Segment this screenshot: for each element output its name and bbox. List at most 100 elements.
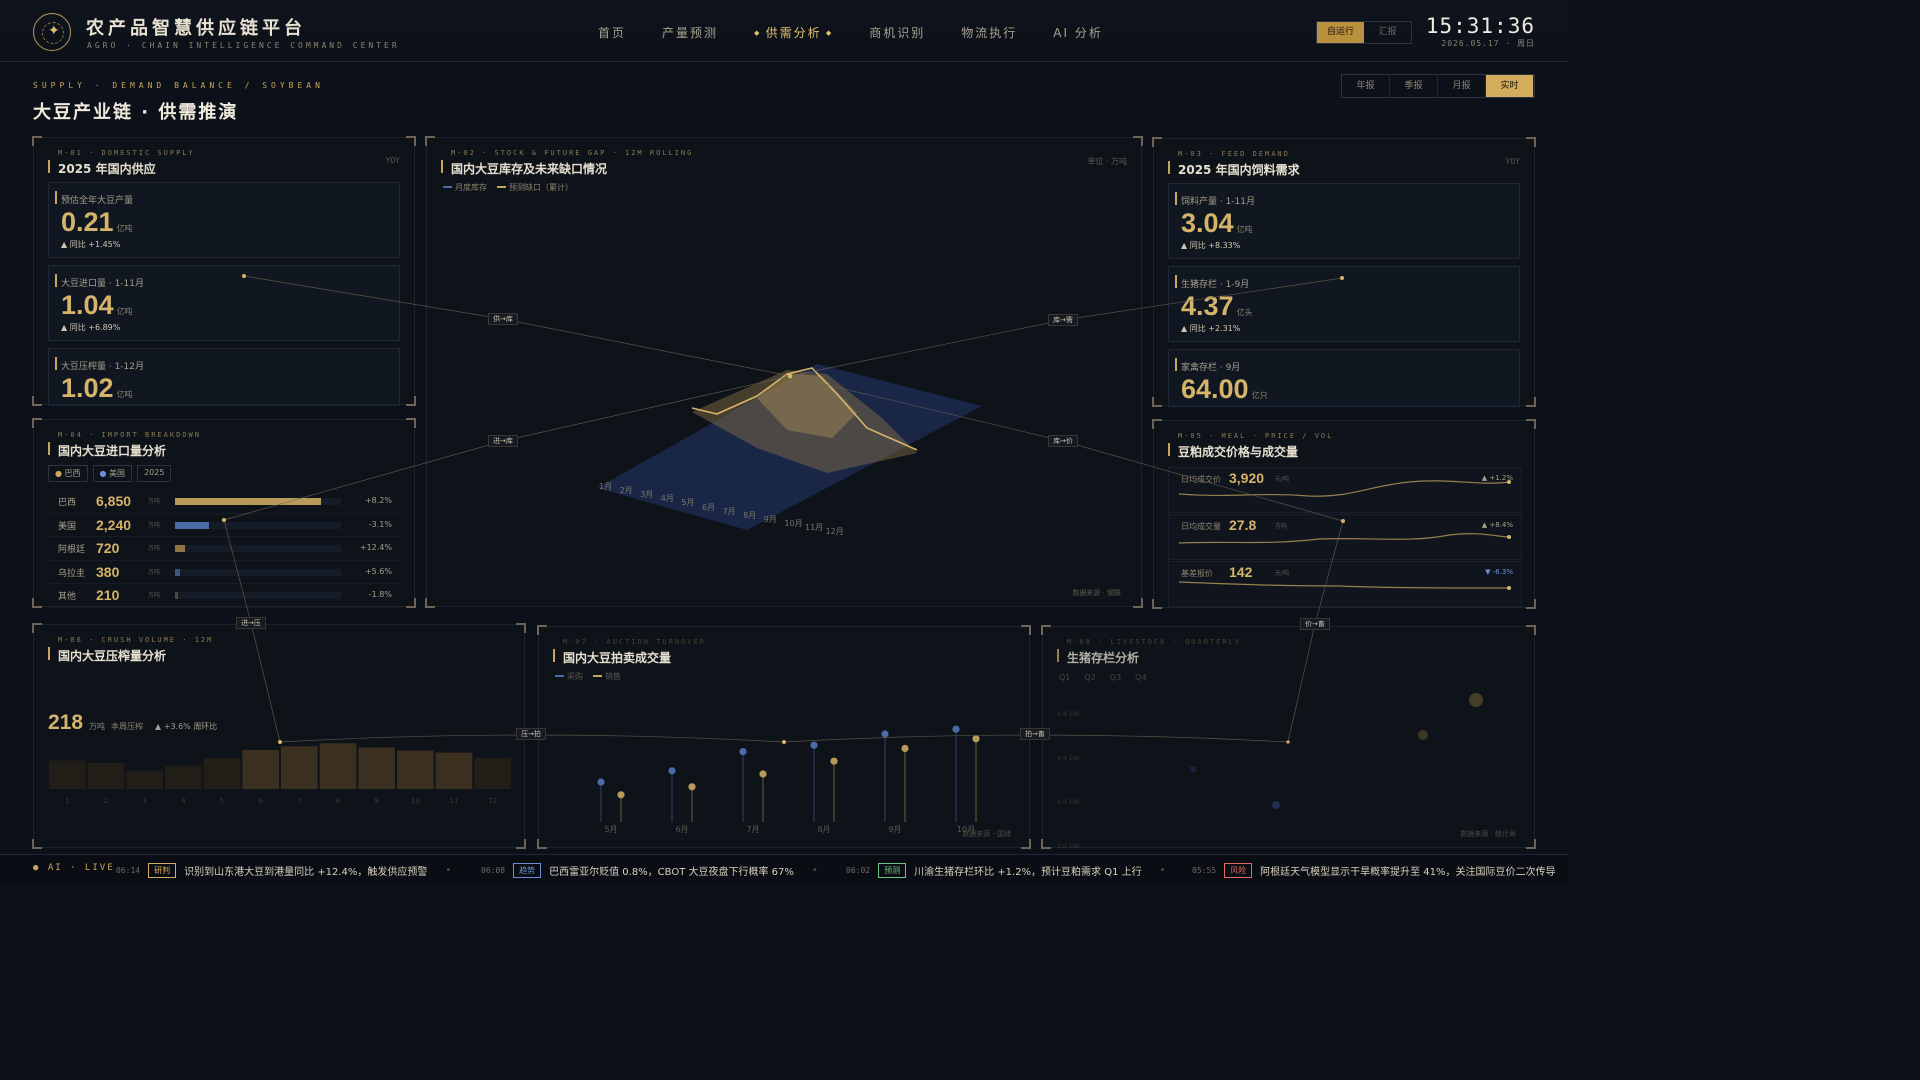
livestock-bubbles: [1190, 693, 1483, 809]
flow-node-label[interactable]: 进→库: [488, 435, 518, 447]
auction-month: 5月: [604, 825, 617, 834]
ticker-time: 06:02: [846, 866, 871, 875]
ticker-item[interactable]: 06:14 研判 识别到山东港大豆到港量同比 +12.4%，触发供应预警 •: [116, 863, 451, 878]
auction-month: 9月: [888, 825, 901, 834]
kpi-change: ▲ 同比 +6.89%: [61, 323, 121, 332]
panel-title: 国内大豆进口量分析: [47, 442, 167, 458]
flow-node-label[interactable]: 价→畜: [1300, 618, 1330, 630]
panel-feed-demand: M-03 · FEED DEMAND 2025 年国内饲料需求 YOY 饲料产量…: [1152, 137, 1536, 407]
crush-bar: [358, 747, 395, 789]
import-value: 6,850: [96, 493, 132, 509]
crush-bar: [397, 750, 434, 789]
import-value: 720: [96, 540, 120, 556]
import-row[interactable]: 其他 210 万吨 -1.8%: [48, 584, 402, 608]
filter-year[interactable]: 2025: [137, 465, 172, 482]
kpi-card-hog[interactable]: 生猪存栏 · 1-9月 4.37 亿头 ▲ 同比 +2.31%: [1168, 266, 1520, 342]
nav-opportunity[interactable]: 商机识别: [869, 24, 925, 41]
crush-month: 2: [104, 797, 108, 805]
crush-bar: [319, 743, 357, 789]
kpi-label: 生猪存栏 · 1-9月: [1174, 275, 1249, 290]
month-tick: 11月: [805, 523, 824, 532]
import-change: -1.8%: [368, 590, 392, 599]
crush-month: 6: [258, 797, 263, 805]
ticker-message: 识别到山东港大豆到港量同比 +12.4%，触发供应预警: [184, 867, 428, 878]
import-row[interactable]: 美国 2,240 万吨 -3.1%: [48, 514, 402, 537]
nav-home[interactable]: 首页: [598, 24, 626, 41]
crush-month: 7: [297, 797, 301, 805]
section-subtitle: SUPPLY · DEMAND BALANCE / SOYBEAN: [33, 81, 324, 90]
auction-point: [668, 767, 676, 775]
crush-bar: [126, 770, 163, 789]
meal-sparkline: [1178, 533, 1511, 544]
import-bar: [175, 592, 178, 599]
flow-node-label[interactable]: 供→库: [488, 313, 518, 325]
flow-node-label[interactable]: 拍→畜: [1020, 728, 1050, 740]
kpi-label: 大豆进口量 · 1-11月: [54, 274, 144, 289]
nav-supply-demand[interactable]: 供需分析: [754, 24, 833, 41]
meal-metric-row[interactable]: 日均成交量 27.8 万吨 ▲ +8.4%: [1168, 514, 1522, 560]
filter-usa[interactable]: ● 美国: [92, 465, 133, 482]
auction-point: [688, 783, 696, 791]
mode-report-button[interactable]: 汇报: [1364, 22, 1411, 43]
ticker-live-label: ● AI · LIVE: [33, 863, 115, 873]
kpi-label: 家禽存栏 · 9月: [1174, 358, 1240, 373]
auction-point: [759, 770, 767, 778]
panel-title: 国内大豆压榨量分析: [47, 647, 167, 663]
kpi-change: ▲ 同比 +1.45%: [61, 240, 121, 249]
panel-title: 2025 年国内饲料需求: [1168, 161, 1300, 177]
import-row[interactable]: 阿根廷 720 万吨 +12.4%: [48, 537, 402, 561]
import-value: 2,240: [96, 516, 132, 533]
import-unit: 万吨: [148, 568, 161, 576]
mode-auto-button[interactable]: 自运行: [1317, 22, 1364, 43]
ai-live-ticker: ● AI · LIVE 06:14 研判 识别到山东港大豆到港量同比 +12.4%，…: [0, 854, 1568, 882]
kpi-label: 大豆压榨量 · 1-12月: [54, 357, 144, 372]
panel-livestock: M-08 · LIVESTOCK · QUARTERLY 生猪存栏分析 Q1 Q…: [1041, 625, 1536, 850]
tab-realtime[interactable]: 实时: [1486, 75, 1534, 97]
panel-domestic-supply: M-01 · DOMESTIC SUPPLY 2025 年国内供应 YOY 预估…: [32, 136, 416, 406]
import-value: 380: [96, 563, 120, 580]
auction-point: [739, 748, 747, 756]
nav-yield-forecast[interactable]: 产量预测: [662, 24, 718, 41]
meal-sparkline: [1178, 480, 1511, 497]
meal-metric-row[interactable]: 日均成交价 3,920 元/吨 ▲ +1.2%: [1168, 467, 1522, 513]
flow-node-label[interactable]: 库→价: [1048, 435, 1078, 447]
flow-node-label[interactable]: 进→压: [236, 617, 266, 629]
crush-unit: 万吨: [89, 722, 106, 731]
month-tick: 1月: [599, 482, 613, 491]
auction-lollipop-chart: 5月 6月 7月 8月 9月 10月: [597, 725, 980, 834]
import-row[interactable]: 巴西 6,850 万吨 +8.2%: [48, 490, 402, 514]
ticker-item[interactable]: 06:08 趋势 巴西雷亚尔贬值 0.8%，CBOT 大豆夜盘下行概率 67% •: [481, 863, 818, 878]
kpi-card-crush[interactable]: 大豆压榨量 · 1-12月 1.02 亿吨: [48, 348, 400, 406]
panel-title: 2025 年国内供应: [48, 160, 156, 176]
ticker-separator: •: [1159, 865, 1166, 876]
kpi-card-import[interactable]: 大豆进口量 · 1-11月 1.04 亿吨 ▲ 同比 +6.89%: [48, 265, 400, 341]
meal-metric-row[interactable]: 基差报价 142 元/吨 ▼ -6.3%: [1168, 561, 1522, 607]
filter-brazil[interactable]: ● 巴西: [48, 465, 88, 482]
crush-value: 218: [48, 711, 84, 734]
kpi-change: ▲ 同比 +8.33%: [1181, 241, 1241, 250]
auction-point: [810, 741, 818, 749]
flow-node-label[interactable]: 压→拍: [516, 728, 546, 740]
flow-node-label[interactable]: 库→需: [1048, 314, 1078, 326]
kpi-card-production[interactable]: 预估全年大豆产量 0.21 亿吨 ▲ 同比 +1.45%: [48, 182, 400, 258]
month-tick: 2月: [619, 486, 633, 496]
ticker-item[interactable]: 05:55 风险 阿根廷天气模型显示干旱概率提升至 41%，关注国际豆价二次传导: [1192, 863, 1556, 878]
logo-emblem: ✦: [33, 13, 71, 51]
ticker-message: 川渝生猪存栏环比 +1.2%，预计豆粕需求 Q1 上行: [914, 867, 1142, 878]
tab-quarterly[interactable]: 季报: [1390, 75, 1438, 97]
month-axis: 1月 2月 3月 4月 5月 6月 7月 8月 9月 10月 11月 12月: [427, 138, 1143, 608]
nav-ai-analysis[interactable]: AI 分析: [1053, 24, 1103, 41]
kpi-value: 3.04 亿吨: [1181, 208, 1253, 238]
kpi-card-poultry[interactable]: 家禽存栏 · 9月 64.00 亿只: [1168, 349, 1520, 407]
ticker-tag: 预测: [878, 863, 907, 878]
meal-metric-list: 日均成交价 3,920 元/吨 ▲ +1.2% 日均成交量 27.8 万吨 ▲ +8.4% 基差…: [1168, 467, 1522, 608]
tab-annual[interactable]: 年报: [1342, 75, 1390, 97]
nav-logistics[interactable]: 物流执行: [961, 24, 1017, 41]
kpi-card-feed[interactable]: 饲料产量 · 1-11月 3.04 亿吨 ▲ 同比 +8.33%: [1168, 183, 1520, 259]
panel-yoy-label: YOY: [385, 156, 400, 165]
panel-yoy-label: YOY: [1505, 157, 1520, 166]
tab-monthly[interactable]: 月报: [1438, 75, 1486, 97]
import-country: 巴西: [58, 498, 77, 508]
ticker-item[interactable]: 06:02 预测 川渝生猪存栏环比 +1.2%，预计豆粕需求 Q1 上行 •: [846, 863, 1166, 878]
import-row[interactable]: 乌拉圭 380 万吨 +5.6%: [48, 561, 402, 584]
